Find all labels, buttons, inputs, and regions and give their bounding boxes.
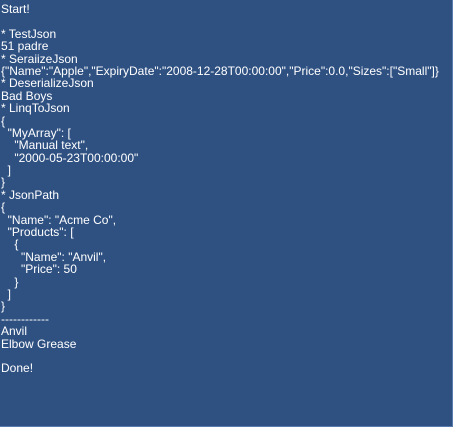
console-line: ] <box>1 286 12 301</box>
console-line: Start! <box>1 2 30 16</box>
console-line: "Products": [ <box>1 225 74 240</box>
console-line: Anvil <box>1 324 28 339</box>
console-line: { <box>1 200 6 215</box>
console-line: } <box>1 274 19 289</box>
console-line: } <box>1 299 6 314</box>
console-line: ] <box>1 163 12 178</box>
console-line: * TestJson <box>1 26 57 41</box>
console-line: * LinqToJson <box>1 101 70 116</box>
console-line: "2000-05-23T00:00:00" <box>1 150 139 165</box>
console-line: 51 padre <box>1 39 49 54</box>
console-line: * DeserializeJson <box>1 76 94 91</box>
console-output: Start! * TestJson 51 padre * SeraiizeJso… <box>0 0 453 427</box>
console-line: "Price": 50 <box>1 262 77 277</box>
console-line: Done! <box>1 361 34 376</box>
console-line: Elbow Grease <box>1 336 77 351</box>
console-line: * JsonPath <box>1 187 60 202</box>
console-line: { <box>1 237 19 252</box>
console-line: } <box>1 175 6 190</box>
console-line: ------------ <box>1 311 49 326</box>
console-line: "Manual text", <box>1 138 89 153</box>
